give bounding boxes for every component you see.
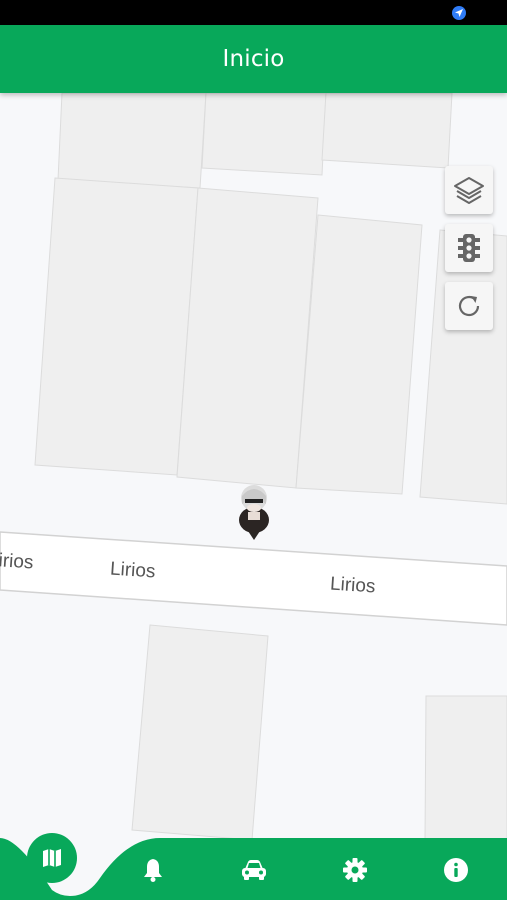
street-label: Lirios [109,558,157,583]
map-icon [43,849,61,867]
gear-icon [343,858,367,882]
street-label: Lirios [329,573,377,598]
refresh-icon [458,295,480,317]
layers-button[interactable] [445,166,493,214]
info-icon [444,858,468,882]
traffic-light-icon [458,234,480,262]
layers-icon [454,177,484,204]
nav-info-button[interactable] [442,856,470,884]
street-label: Lirios [0,549,35,574]
nav-settings-button[interactable] [341,856,369,884]
user-location-marker[interactable] [234,482,274,542]
nav-vehicle-button[interactable] [240,856,268,884]
nav-map-button[interactable] [27,833,77,883]
traffic-button[interactable] [445,224,493,272]
navigation-arrow-icon [452,6,466,20]
nav-notifications-button[interactable] [139,856,167,884]
bell-icon [144,859,162,882]
page-title: Inicio [222,46,285,72]
refresh-button[interactable] [445,282,493,330]
status-bar [0,0,507,25]
app-bar: Inicio [0,25,507,93]
car-icon [242,860,266,880]
map-view[interactable]: Lirios Lirios Lirios [0,93,507,900]
avatar [239,485,269,540]
